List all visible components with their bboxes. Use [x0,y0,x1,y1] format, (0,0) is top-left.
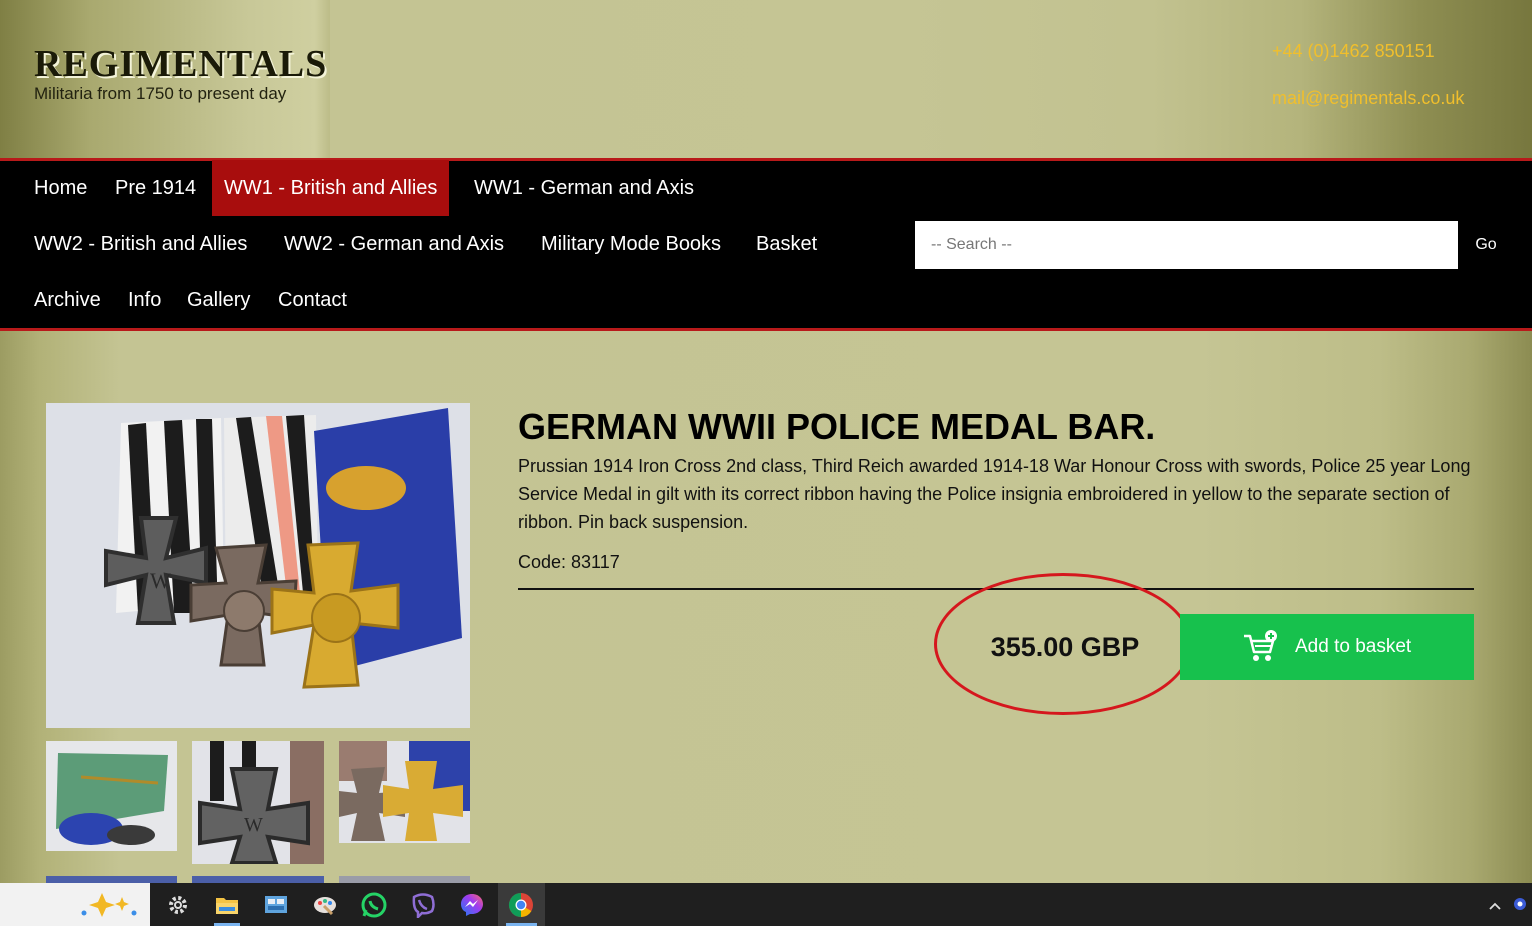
product-thumbnail-3[interactable] [339,741,470,843]
whatsapp-icon[interactable] [359,890,389,920]
svg-text:W: W [150,568,171,593]
price-annotation-circle [934,573,1192,715]
copilot-icon[interactable] [80,891,140,924]
product-thumbnail-4[interactable] [46,876,177,883]
nav-item-gallery[interactable]: Gallery [175,272,262,328]
nav-item-home[interactable]: Home [22,160,99,216]
nav-item-ww1-german-axis[interactable]: WW1 - German and Axis [462,160,706,216]
product-description: Prussian 1914 Iron Cross 2nd class, Thir… [518,456,1471,532]
messenger-icon[interactable] [457,890,487,920]
product-thumbnail-6[interactable] [339,876,470,883]
nav-item-info[interactable]: Info [116,272,173,328]
taskbar-search-box[interactable] [0,883,150,926]
chrome-icon[interactable] [506,890,536,920]
nav-item-basket[interactable]: Basket [744,216,829,272]
file-explorer-icon[interactable] [212,890,242,920]
nav-item-ww2-german-axis[interactable]: WW2 - German and Axis [272,216,516,272]
nav-item-archive[interactable]: Archive [22,272,113,328]
add-to-basket-button[interactable]: Add to basket [1180,614,1474,680]
chevron-up-icon[interactable] [1488,898,1502,916]
nav-item-ww2-british-allies[interactable]: WW2 - British and Allies [22,216,259,272]
nav-item-ww1-british-allies[interactable]: WW1 - British and Allies [212,160,450,216]
os-taskbar [0,883,1532,926]
product-thumbnail-2[interactable]: W [192,741,324,864]
tray-app-icon[interactable] [1512,896,1528,917]
viber-icon[interactable] [408,890,438,920]
product-main-image[interactable]: W [46,403,470,728]
logo-subtitle: Militaria from 1750 to present day [34,84,287,103]
nav-item-contact[interactable]: Contact [266,272,359,328]
search-input[interactable] [915,221,1458,269]
product-thumbnail-1[interactable] [46,741,177,851]
add-to-basket-label: Add to basket [1295,636,1412,657]
svg-text:W: W [244,814,263,836]
cart-add-icon [1242,630,1278,664]
nav-item-military-mode-books[interactable]: Military Mode Books [529,216,733,272]
contact-email-link[interactable]: mail@regimentals.co.uk [1272,87,1464,109]
control-panel-icon[interactable] [261,890,291,920]
product-code: Code: 83117 [518,552,620,572]
search-go-button[interactable]: Go [1466,221,1506,269]
site-header: REGIMENTALS Militaria from 1750 to prese… [0,0,1532,158]
settings-icon[interactable] [163,890,193,920]
product-title: GERMAN WWII POLICE MEDAL BAR. [518,406,1156,447]
paint-icon[interactable] [310,890,340,920]
logo-title[interactable]: REGIMENTALS [34,44,327,84]
product-thumbnail-5[interactable] [192,876,324,883]
logo-panel[interactable]: REGIMENTALS Militaria from 1750 to prese… [0,0,330,158]
contact-phone-link[interactable]: +44 (0)1462 850151 [1272,40,1435,62]
nav-item-pre-1914[interactable]: Pre 1914 [103,160,208,216]
